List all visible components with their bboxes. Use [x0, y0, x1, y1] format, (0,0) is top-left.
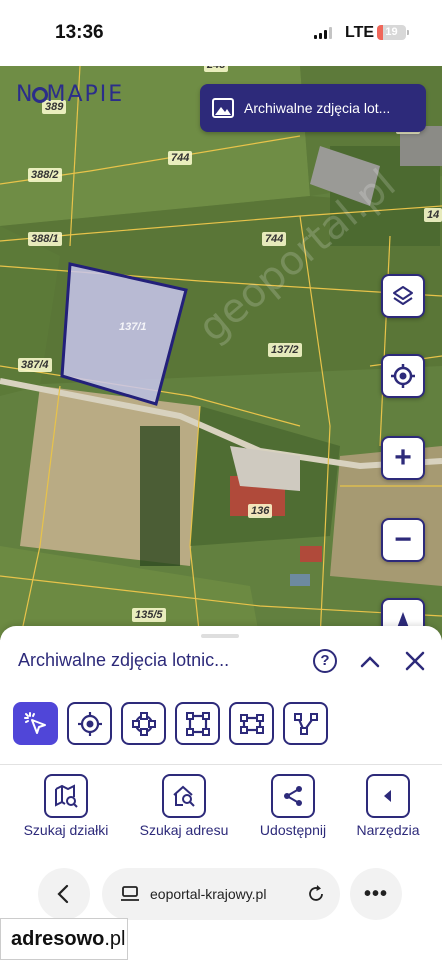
- battery-icon: 19: [377, 25, 406, 40]
- search-parcel-label: Szukaj działki: [23, 822, 109, 838]
- arrow-left-icon: [384, 790, 391, 802]
- close-button[interactable]: [403, 646, 427, 676]
- signal-icon: [314, 27, 332, 39]
- collapse-button[interactable]: [358, 646, 382, 676]
- drag-handle[interactable]: [201, 634, 239, 638]
- action-icon-box: [366, 774, 410, 818]
- point-tool-button[interactable]: [67, 702, 112, 745]
- chevron-up-icon: [360, 656, 380, 668]
- battery-cap: [407, 30, 409, 35]
- browser-back-button[interactable]: [38, 868, 90, 920]
- map-search-icon: [55, 784, 78, 808]
- home-search-icon: [173, 785, 195, 807]
- area-tool-button[interactable]: [229, 702, 274, 745]
- url-text: eoportal-krajowy.pl: [150, 886, 267, 902]
- locate-icon: [391, 364, 415, 388]
- sheet-title: Archiwalne zdjęcia lotnic...: [18, 650, 230, 670]
- parcel-label: 245: [204, 66, 229, 72]
- network-type: LTE: [345, 24, 375, 41]
- parcel-label: 744: [168, 151, 193, 165]
- zoom-in-button[interactable]: +: [381, 436, 425, 480]
- rectangle-tool-button[interactable]: [175, 702, 220, 745]
- action-icon-box: [271, 774, 315, 818]
- select-tool-button[interactable]: [13, 702, 58, 745]
- share-icon: [284, 786, 302, 806]
- status-bar: 13:36 LTE 19: [0, 0, 442, 66]
- action-icon-box: [162, 774, 206, 818]
- tools-button[interactable]: Narzędzia: [350, 774, 426, 838]
- polyline-tool-button[interactable]: [283, 702, 328, 745]
- browser-more-button[interactable]: •••: [350, 868, 402, 920]
- page-menu-icon[interactable]: [120, 885, 140, 903]
- aerial-imagery: [0, 66, 442, 640]
- target-icon: [77, 711, 102, 736]
- rectangle-shape-icon: [185, 711, 210, 736]
- tools-label: Narzędzia: [356, 822, 420, 838]
- image-icon: [212, 98, 234, 118]
- divider: [0, 764, 442, 765]
- parcel-label: 136: [248, 504, 273, 518]
- search-parcel-button[interactable]: Szukaj działki: [18, 774, 114, 838]
- battery-percentage: 19: [385, 26, 398, 38]
- area-measure-icon: [239, 713, 264, 734]
- archive-photos-button[interactable]: Archiwalne zdjęcia lot...: [200, 84, 426, 132]
- cursor-select-icon: [23, 711, 46, 734]
- chevron-left-icon: [57, 884, 69, 904]
- parcel-label: 388/2: [28, 168, 62, 182]
- archive-photos-label: Archiwalne zdjęcia lot...: [244, 100, 391, 116]
- parcel-label: 135/5: [132, 608, 166, 622]
- search-address-label: Szukaj adresu: [139, 822, 229, 838]
- parcel-label: 744: [262, 232, 287, 246]
- adresowo-watermark: adresowo .pl: [0, 918, 128, 960]
- na-mapie-logo: N MAPIE: [16, 82, 125, 107]
- parcel-label: 388/1: [28, 232, 62, 246]
- parcel-label: 387/4: [18, 358, 52, 372]
- watermark-suffix: .pl: [104, 927, 126, 950]
- layers-icon: [393, 286, 413, 305]
- share-label: Udostępnij: [259, 822, 327, 838]
- circle-tool-button[interactable]: [121, 702, 166, 745]
- polyline-icon: [293, 712, 318, 735]
- action-icon-box: [44, 774, 88, 818]
- zoom-out-button[interactable]: −: [381, 518, 425, 562]
- address-bar[interactable]: eoportal-krajowy.pl: [102, 868, 340, 920]
- selected-parcel-label: 137/1: [119, 321, 147, 333]
- reload-icon[interactable]: [306, 884, 326, 904]
- locate-button[interactable]: [381, 354, 425, 398]
- close-icon: [405, 651, 425, 671]
- map-view[interactable]: geoportal.pl 245 389 744 388/2 388/1 744…: [0, 66, 442, 640]
- status-time: 13:36: [55, 22, 104, 43]
- watermark-text: adresowo: [11, 927, 105, 950]
- parcel-label: 137/2: [268, 343, 302, 357]
- parcel-label: 14: [424, 208, 442, 222]
- share-button[interactable]: Udostępnij: [250, 774, 336, 838]
- help-button[interactable]: ?: [313, 649, 337, 673]
- drawing-tools: [13, 702, 328, 745]
- circle-shape-icon: [131, 711, 156, 736]
- layers-button[interactable]: [381, 274, 425, 318]
- search-address-button[interactable]: Szukaj adresu: [134, 774, 234, 838]
